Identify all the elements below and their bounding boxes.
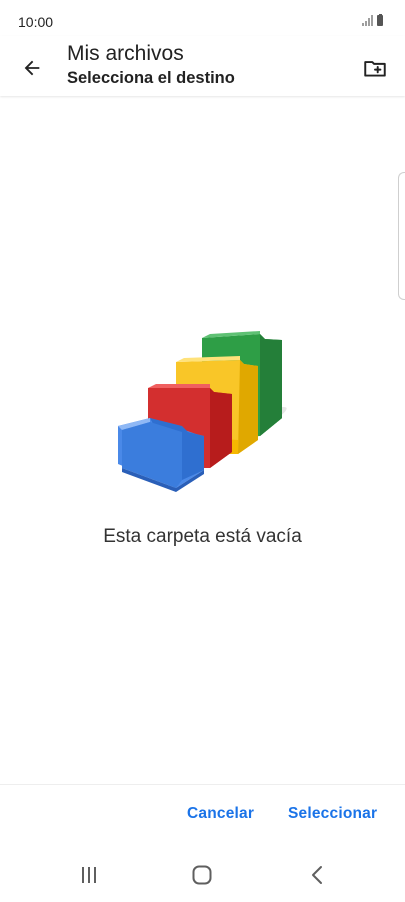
screen: 10:00 Mis archivos Selecciona el destino [0,0,405,902]
page-subtitle: Selecciona el destino [67,69,235,87]
recents-button[interactable] [74,860,104,890]
select-button[interactable]: Seleccionar [288,805,377,823]
app-bar: Mis archivos Selecciona el destino [0,36,405,96]
action-bar: Cancelar Seleccionar [0,784,405,847]
title-block: Mis archivos Selecciona el destino [67,41,235,89]
empty-folders-illustration [118,331,287,492]
scroll-handle[interactable] [398,172,405,300]
home-icon [192,865,212,885]
back-button[interactable] [12,48,52,88]
back-icon [312,866,322,884]
recents-icon [82,867,96,883]
cancel-button[interactable]: Cancelar [187,805,254,823]
new-folder-button[interactable] [355,48,395,88]
empty-folder-message: Esta carpeta está vacía [103,526,302,547]
page-title: Mis archivos [67,42,184,65]
nav-back-button[interactable] [302,860,332,890]
status-time: 10:00 [18,14,54,30]
arrow-left-icon [24,60,40,76]
new-folder-icon [364,61,386,77]
battery-icon [377,13,383,26]
status-icons [362,13,383,26]
navigation-bar [0,846,405,902]
home-button[interactable] [187,860,217,890]
signal-icon [362,15,373,26]
